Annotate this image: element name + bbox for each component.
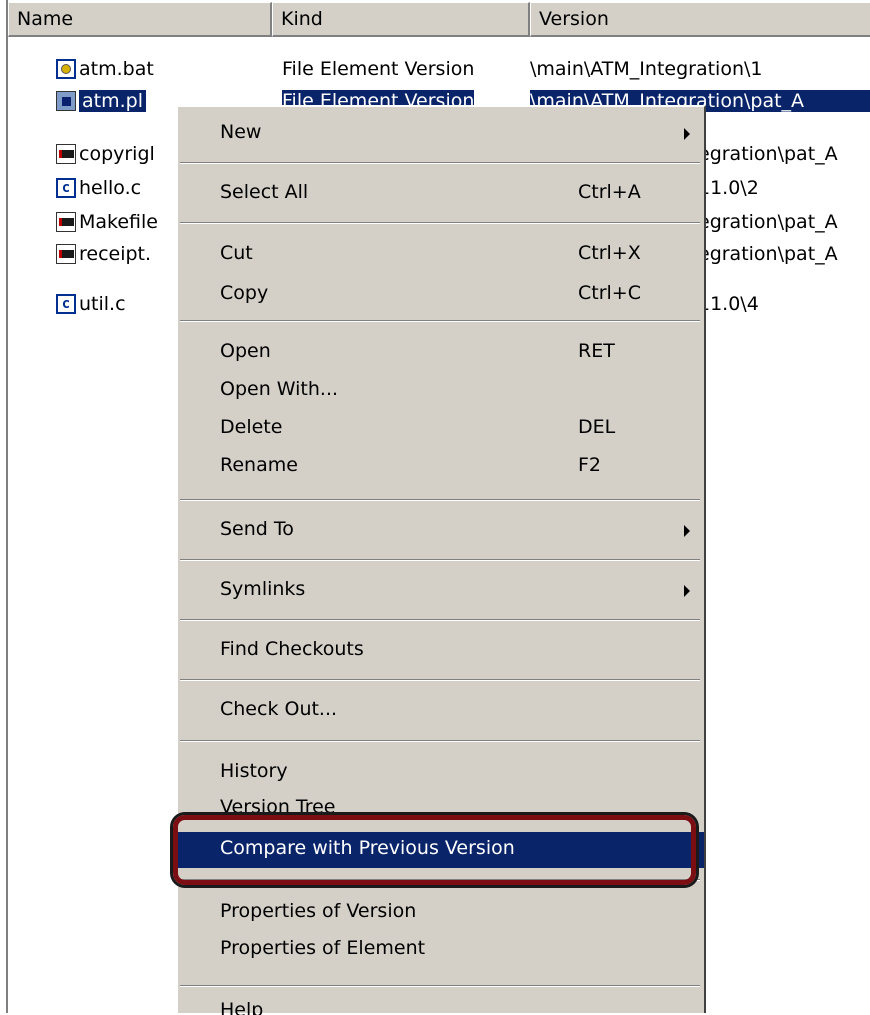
menu-item-select-all[interactable]: Select All Ctrl+A [178,177,704,209]
menu-separator [180,740,700,742]
menu-item-label: Check Out... [220,698,338,720]
menu-item-label: Open With... [220,378,339,400]
file-version: 11.0\4 [698,293,759,315]
menu-item-label: Symlinks [220,578,306,600]
column-header-version-label: Version [539,8,609,30]
menu-item-label: Send To [220,518,294,540]
menu-item-shortcut: Ctrl+X [578,242,641,264]
file-name: copyrigl [79,143,155,165]
column-header-kind[interactable]: Kind [272,2,530,37]
column-header-name[interactable]: Name [8,2,272,37]
file-row[interactable]: atm.bat File Element Version \main\ATM_I… [8,55,870,87]
menu-item-label: Find Checkouts [220,638,364,660]
menu-item-properties-version[interactable]: Properties of Version [178,896,704,928]
menu-item-label: Rename [220,454,298,476]
menu-item-properties-element[interactable]: Properties of Element [178,933,704,965]
menu-item-label: Version Tree [220,796,336,818]
menu-item-shortcut: RET [578,340,615,362]
file-name: Makefile [79,211,158,233]
file-version: egration\pat_A [698,211,838,233]
text-file-icon [56,244,76,264]
menu-item-symlinks[interactable]: Symlinks [178,574,704,606]
menu-item-shortcut: DEL [578,416,616,438]
file-name-cell: atm.bat [56,58,154,80]
file-name: receipt. [79,243,152,265]
submenu-arrow-icon [684,585,690,597]
submenu-arrow-icon [684,525,690,537]
file-version: egration\pat_A [698,243,838,265]
menu-item-shortcut: Ctrl+C [578,282,641,304]
file-version: egration\pat_A [698,143,838,165]
file-name-cell: atm.pl [56,90,146,112]
file-name: atm.pl [79,90,146,112]
menu-item-label: Properties of Element [220,937,426,959]
menu-item-open-with[interactable]: Open With... [178,374,704,406]
menu-item-label: Delete [220,416,283,438]
menu-item-shortcut: Ctrl+A [578,181,641,203]
menu-item-check-out[interactable]: Check Out... [178,694,704,726]
menu-item-label: Compare with Previous Version [220,837,515,859]
menu-item-find-checkouts[interactable]: Find Checkouts [178,634,704,666]
menu-item-history[interactable]: History [178,756,704,788]
text-file-icon [56,212,76,232]
menu-separator [180,559,700,561]
bat-file-icon [56,59,76,79]
file-name: atm.bat [79,58,154,80]
file-name-cell: copyrigl [56,143,155,165]
file-kind: File Element Version [282,58,475,80]
menu-separator [180,222,700,224]
file-version: 11.0\2 [698,177,759,199]
menu-item-label: Cut [220,242,253,264]
menu-item-label: New [220,121,262,143]
file-name: util.c [79,293,126,315]
menu-separator [180,679,700,681]
menu-item-new[interactable]: New [178,117,704,149]
file-name-cell: Makefile [56,211,158,233]
menu-item-label: History [220,760,288,782]
menu-item-compare-previous[interactable]: Compare with Previous Version [178,832,704,868]
menu-separator [180,619,700,621]
submenu-arrow-icon [684,128,690,140]
menu-item-help[interactable]: Help [178,997,704,1015]
c-file-icon: c [56,178,76,198]
menu-item-label: Open [220,340,271,362]
menu-item-delete[interactable]: Delete DEL [178,412,704,444]
file-name-cell: c hello.c [56,177,141,199]
menu-item-label: Select All [220,181,309,203]
text-file-icon [56,144,76,164]
file-name-cell: receipt. [56,243,151,265]
menu-item-version-tree[interactable]: Version Tree [178,792,704,818]
file-version: \main\ATM_Integration\1 [530,58,763,80]
menu-item-copy[interactable]: Copy Ctrl+C [178,278,704,310]
menu-separator [180,162,700,164]
column-header-kind-label: Kind [281,8,323,30]
menu-item-cut[interactable]: Cut Ctrl+X [178,238,704,270]
column-header-name-label: Name [17,8,74,30]
menu-item-send-to[interactable]: Send To [178,514,704,546]
menu-item-label: Copy [220,282,269,304]
context-menu: New Select All Ctrl+A Cut Ctrl+X Copy Ct… [176,105,706,1015]
menu-item-rename[interactable]: Rename F2 [178,450,704,482]
menu-separator [180,499,700,501]
file-name-cell: c util.c [56,293,126,315]
menu-separator [180,320,700,322]
menu-item-shortcut: F2 [578,454,602,476]
menu-separator [180,879,700,881]
menu-item-open[interactable]: Open RET [178,336,704,368]
menu-item-label: Properties of Version [220,900,417,922]
c-file-icon: c [56,294,76,314]
menu-separator [180,985,700,987]
column-header-version[interactable]: Version [530,2,870,37]
perl-file-icon [56,91,76,111]
file-name: hello.c [79,177,142,199]
